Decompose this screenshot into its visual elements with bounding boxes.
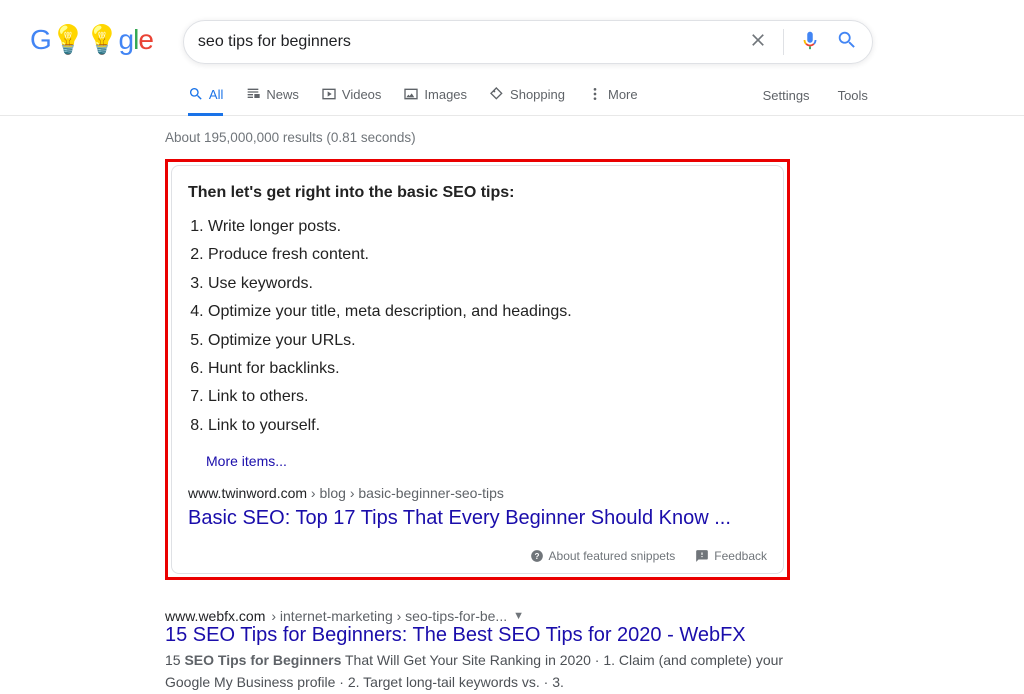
- tab-news[interactable]: News: [245, 86, 299, 116]
- list-item: Link to yourself.: [208, 415, 767, 437]
- tab-all[interactable]: All: [188, 86, 223, 116]
- list-item: Optimize your URLs.: [208, 330, 767, 352]
- search-input[interactable]: [198, 33, 748, 51]
- result-stats: About 195,000,000 results (0.81 seconds): [165, 130, 790, 145]
- svg-text:?: ?: [534, 552, 539, 561]
- feedback-link[interactable]: Feedback: [695, 549, 767, 563]
- snippet-url: www.twinword.com › blog › basic-beginner…: [188, 485, 767, 501]
- google-logo[interactable]: G💡💡gle: [30, 23, 153, 56]
- tab-images[interactable]: Images: [403, 86, 467, 116]
- help-icon: ?: [530, 549, 544, 563]
- chevron-down-icon[interactable]: ▼: [513, 610, 524, 622]
- settings-link[interactable]: Settings: [763, 88, 810, 103]
- featured-snippet: Then let's get right into the basic SEO …: [171, 165, 784, 574]
- tab-shopping[interactable]: Shopping: [489, 86, 565, 116]
- tab-more[interactable]: More: [587, 86, 638, 116]
- feedback-icon: [695, 549, 709, 563]
- result-description: 15 SEO Tips for Beginners That Will Get …: [165, 650, 790, 693]
- tools-link[interactable]: Tools: [838, 88, 868, 103]
- snippet-title-link[interactable]: Basic SEO: Top 17 Tips That Every Beginn…: [188, 507, 731, 529]
- result-title-link[interactable]: 15 SEO Tips for Beginners: The Best SEO …: [165, 624, 746, 646]
- tab-videos[interactable]: Videos: [321, 86, 382, 116]
- featured-snippet-highlight: Then let's get right into the basic SEO …: [165, 159, 790, 580]
- list-item: Write longer posts.: [208, 216, 767, 238]
- list-item: Hunt for backlinks.: [208, 358, 767, 380]
- list-item: Use keywords.: [208, 273, 767, 295]
- tabs-bar: All News Videos Images Shopping: [188, 86, 878, 116]
- search-icon[interactable]: [836, 29, 858, 56]
- list-item: Produce fresh content.: [208, 244, 767, 266]
- list-item: Link to others.: [208, 386, 767, 408]
- result-url: www.webfx.com › internet-marketing › seo…: [165, 608, 790, 624]
- voice-search-icon[interactable]: [799, 29, 821, 56]
- search-result: www.webfx.com › internet-marketing › seo…: [165, 608, 790, 693]
- search-box[interactable]: [183, 20, 873, 64]
- about-featured-snippets-link[interactable]: ? About featured snippets: [530, 549, 676, 563]
- list-item: Optimize your title, meta description, a…: [208, 301, 767, 323]
- snippet-list: Write longer posts. Produce fresh conten…: [208, 216, 767, 437]
- snippet-heading: Then let's get right into the basic SEO …: [188, 184, 767, 202]
- more-items-link[interactable]: More items...: [206, 453, 287, 469]
- clear-icon[interactable]: [748, 30, 768, 55]
